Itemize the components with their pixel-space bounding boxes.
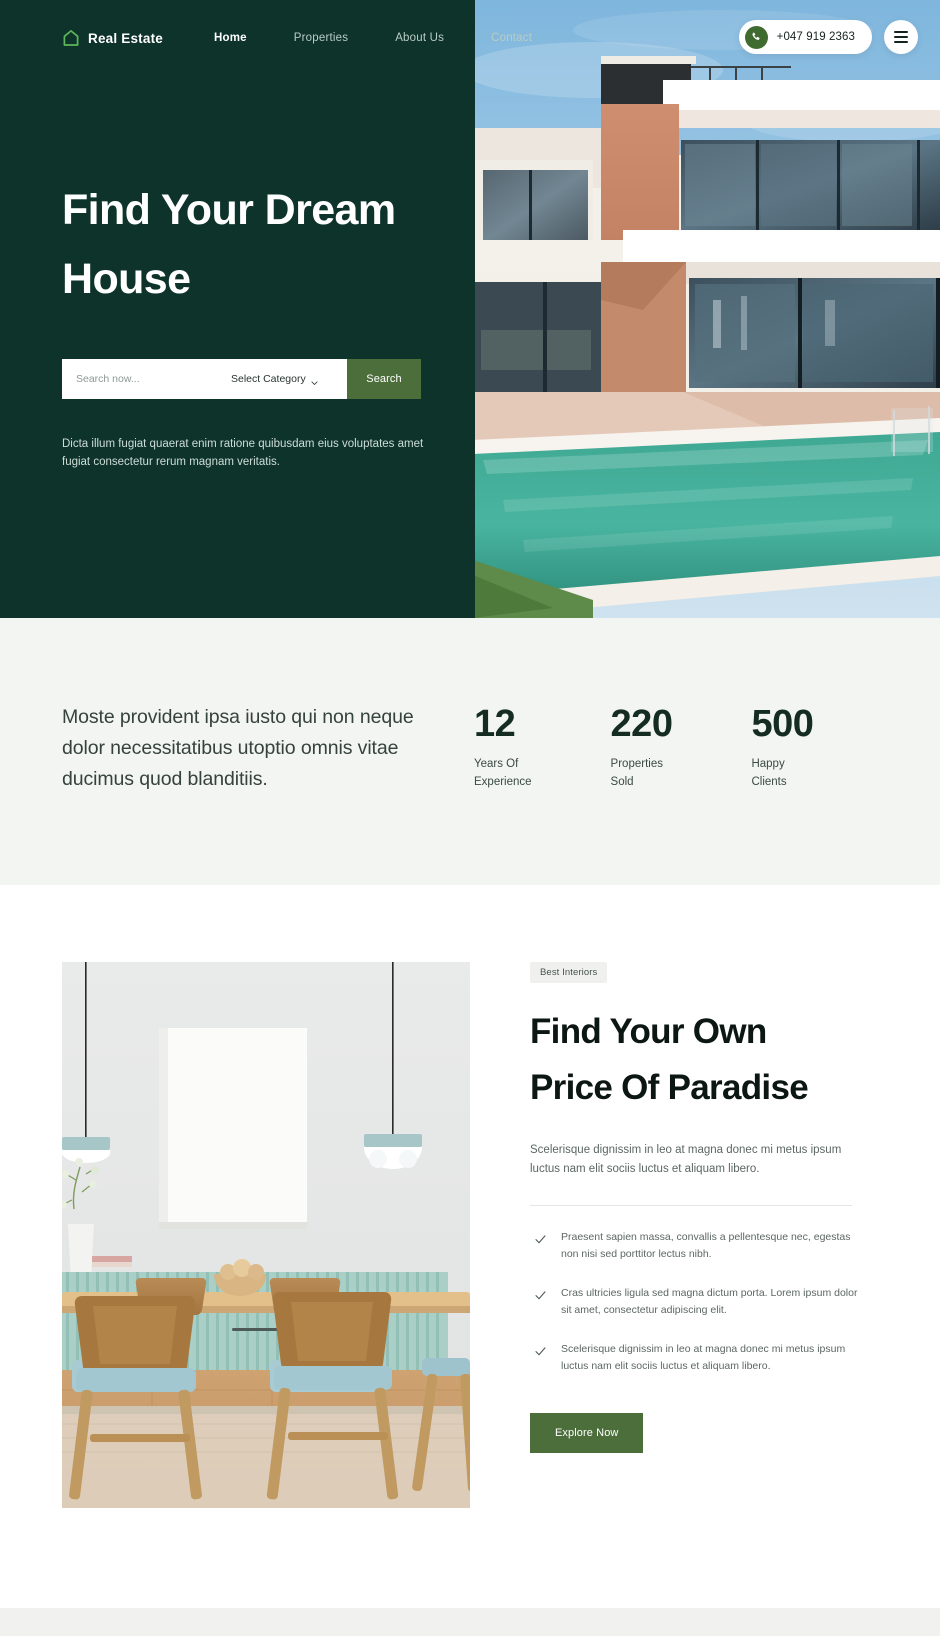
header-actions: +047 919 2363 bbox=[738, 20, 918, 54]
stat-happy-clients: 500 Happy Clients bbox=[751, 702, 813, 791]
stat-label: Happy Clients bbox=[751, 758, 787, 788]
search-button[interactable]: Search bbox=[347, 359, 421, 399]
house-outline-icon bbox=[62, 29, 80, 47]
nav-link-properties[interactable]: Properties bbox=[294, 32, 348, 44]
divider bbox=[530, 1205, 852, 1206]
stats-intro-text: Moste provident ipsa iusto qui non neque… bbox=[62, 706, 414, 790]
list-item-text: Praesent sapien massa, convallis a pelle… bbox=[561, 1231, 851, 1260]
nav-link-home[interactable]: Home bbox=[214, 32, 247, 44]
list-item: Scelerisque dignissim in leo at magna do… bbox=[530, 1341, 860, 1375]
hero-image bbox=[473, 0, 940, 618]
footer-strip bbox=[0, 1608, 940, 1636]
paradise-title-line-2: Price Of Paradise bbox=[530, 1068, 809, 1107]
stats-columns: 12 Years Of Experience 220 Properties So… bbox=[474, 702, 814, 791]
phone-button[interactable]: +047 919 2363 bbox=[738, 20, 872, 54]
stats-section: Moste provident ipsa iusto qui non neque… bbox=[0, 618, 940, 885]
checkmark-icon bbox=[535, 1344, 546, 1356]
nav-link-about-us[interactable]: About Us bbox=[395, 32, 444, 44]
hero-content: Find Your Dream House Select Category Se… bbox=[62, 176, 462, 471]
list-item-text: Scelerisque dignissim in leo at magna do… bbox=[561, 1343, 846, 1372]
paradise-description: Scelerisque dignissim in leo at magna do… bbox=[530, 1144, 842, 1175]
explore-now-button[interactable]: Explore Now bbox=[530, 1413, 644, 1453]
paradise-title: Find Your Own Price Of Paradise bbox=[530, 1004, 860, 1116]
hamburger-menu-icon[interactable] bbox=[884, 20, 918, 54]
interior-image bbox=[62, 962, 470, 1508]
checkmark-icon bbox=[535, 1232, 546, 1244]
brand-name: Real Estate bbox=[88, 30, 163, 46]
hero-title: Find Your Dream House bbox=[62, 176, 462, 314]
hero-section: Real Estate Home Properties About Us Con… bbox=[0, 0, 940, 618]
stat-years-of-experience: 12 Years Of Experience bbox=[474, 702, 532, 791]
list-item-text: Cras ultricies ligula sed magna dictum p… bbox=[561, 1287, 858, 1316]
category-select-label: Select Category bbox=[231, 373, 306, 385]
paradise-content: Best Interiors Find Your Own Price Of Pa… bbox=[530, 962, 860, 1453]
stat-value: 12 bbox=[474, 703, 516, 745]
paradise-title-line-1: Find Your Own bbox=[530, 1012, 767, 1051]
phone-number: +047 919 2363 bbox=[776, 31, 855, 43]
nav-links: Home Properties About Us Contact bbox=[214, 32, 579, 44]
stat-properties-sold: 220 Properties Sold bbox=[611, 702, 673, 791]
paradise-section: Best Interiors Find Your Own Price Of Pa… bbox=[0, 885, 940, 1608]
list-item: Praesent sapien massa, convallis a pelle… bbox=[530, 1229, 860, 1263]
category-select[interactable]: Select Category bbox=[231, 373, 318, 386]
hero-search-bar: Select Category Search bbox=[62, 359, 421, 399]
feature-checklist: Praesent sapien massa, convallis a pelle… bbox=[530, 1229, 860, 1375]
hero-description: Dicta illum fugiat quaerat enim ratione … bbox=[62, 438, 424, 468]
phone-icon bbox=[744, 25, 768, 49]
stat-value: 500 bbox=[751, 703, 814, 745]
nav-link-contact[interactable]: Contact bbox=[491, 32, 532, 44]
stat-value: 220 bbox=[610, 703, 673, 745]
stat-label: Years Of Experience bbox=[474, 758, 532, 788]
checkmark-icon bbox=[535, 1288, 546, 1300]
hero-title-line-1: Find Your Dream bbox=[62, 186, 396, 234]
brand-logo[interactable]: Real Estate bbox=[62, 29, 163, 47]
search-input[interactable] bbox=[62, 360, 227, 398]
hero-title-line-2: House bbox=[62, 255, 191, 303]
list-item: Cras ultricies ligula sed magna dictum p… bbox=[530, 1285, 860, 1319]
section-badge: Best Interiors bbox=[530, 962, 608, 983]
stat-label: Properties Sold bbox=[610, 758, 663, 788]
chevron-down-icon bbox=[311, 377, 318, 386]
